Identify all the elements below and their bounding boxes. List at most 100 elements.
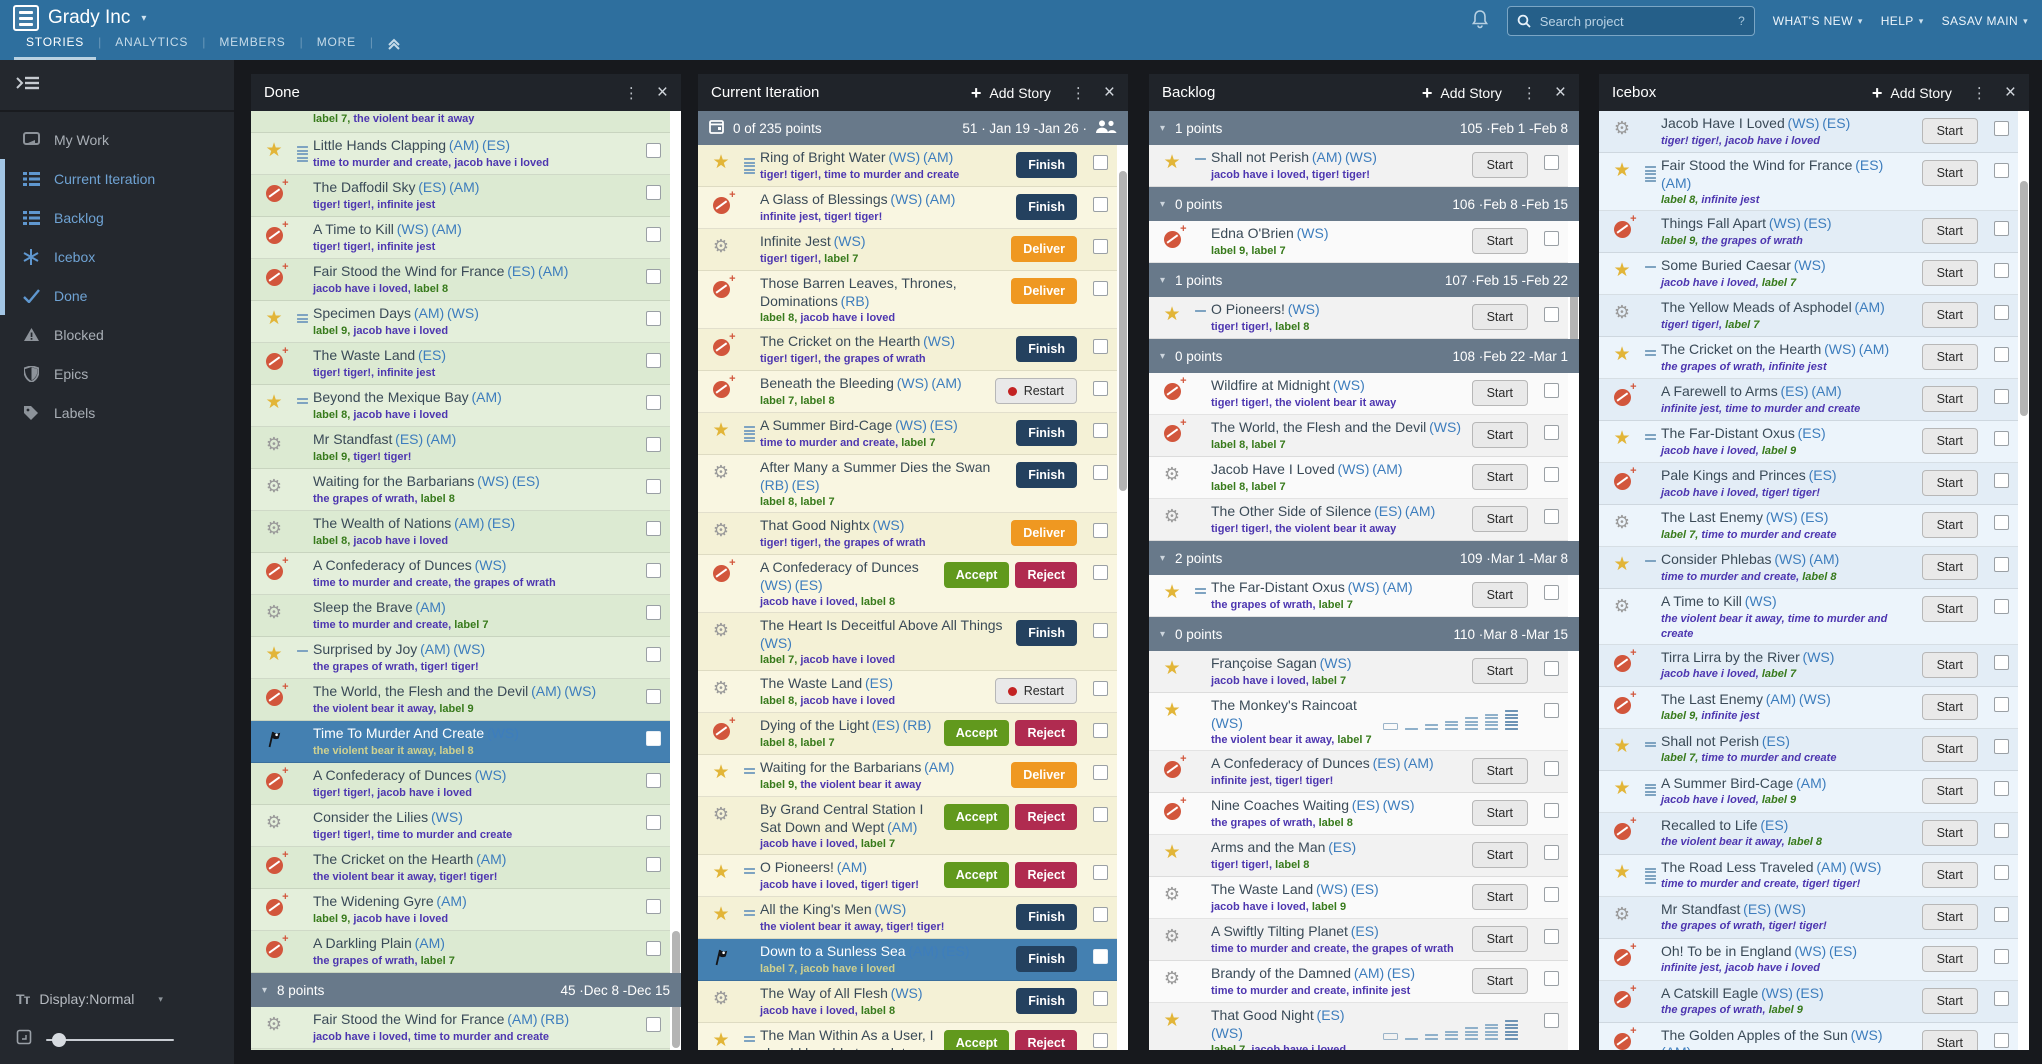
story-checkbox[interactable]: [1994, 907, 2009, 922]
story-checkbox[interactable]: [646, 479, 661, 494]
story-row[interactable]: Fair Stood the Wind for France (ES) (AM)…: [251, 259, 670, 301]
story-row[interactable]: ★That Good Night (ES) (WS)label 7, jacob…: [1149, 1003, 1568, 1050]
story-label[interactable]: label 8: [800, 395, 834, 407]
story-label[interactable]: label 8: [1275, 859, 1309, 871]
start-button[interactable]: Start: [1922, 344, 1978, 370]
story-label[interactable]: the grapes of wrath,: [1211, 817, 1319, 829]
story-checkbox[interactable]: [1994, 599, 2009, 614]
start-button[interactable]: Start: [1472, 968, 1528, 994]
story-row[interactable]: The Daffodil Sky (ES) (AM)tiger! tiger!,…: [251, 175, 670, 217]
story-label[interactable]: jacob have i loved: [800, 963, 895, 975]
story-label[interactable]: tiger! tiger!,: [760, 537, 824, 549]
start-button[interactable]: Start: [1922, 386, 1978, 412]
story-label[interactable]: label 8,: [313, 535, 353, 547]
story-checkbox[interactable]: [1093, 681, 1108, 696]
story-row[interactable]: Things Fall Apart (WS) (ES)label 9, the …: [1599, 211, 2018, 253]
story-label[interactable]: the violent bear it away,: [1211, 734, 1337, 746]
estimate-option-5[interactable]: [1485, 714, 1498, 730]
sidebar-item-labels[interactable]: Labels: [0, 393, 234, 432]
story-label[interactable]: label 8,: [1211, 439, 1251, 451]
estimate-option-5[interactable]: [1485, 1024, 1498, 1040]
story-checkbox[interactable]: [1544, 585, 1559, 600]
story-label[interactable]: tiger! tiger!: [1769, 920, 1827, 932]
story-checkbox[interactable]: [1994, 473, 2009, 488]
story-label[interactable]: infinite jest,: [1661, 962, 1725, 974]
chevron-down-icon[interactable]: ▾: [1160, 351, 1165, 362]
start-button[interactable]: Start: [1922, 302, 1978, 328]
story-checkbox[interactable]: [1544, 467, 1559, 482]
story-label[interactable]: label 8,: [760, 312, 800, 324]
story-checkbox[interactable]: [646, 143, 661, 158]
story-checkbox[interactable]: [646, 647, 661, 662]
panel-menu-kebab-icon[interactable]: ⋮: [624, 84, 639, 102]
story-label[interactable]: label 7,: [760, 654, 800, 666]
story-label[interactable]: the violent bear it away: [1275, 397, 1396, 409]
story-label[interactable]: tiger! tiger!,: [313, 787, 377, 799]
start-button[interactable]: Start: [1472, 800, 1528, 826]
finish-button[interactable]: Finish: [1016, 152, 1077, 178]
reject-button[interactable]: Reject: [1015, 804, 1077, 830]
story-label[interactable]: tiger! tiger!: [421, 661, 479, 673]
story-label[interactable]: tiger! tiger!,: [1661, 135, 1725, 147]
story-checkbox[interactable]: [1994, 557, 2009, 572]
story-label[interactable]: the violent bear it away: [800, 779, 921, 791]
story-checkbox[interactable]: [1994, 263, 2009, 278]
finish-button[interactable]: Finish: [1016, 194, 1077, 220]
story-checkbox[interactable]: [1093, 623, 1108, 638]
story-label[interactable]: jacob have i loved: [353, 535, 448, 547]
story-label[interactable]: tiger! tiger!,: [760, 253, 824, 265]
story-label[interactable]: the violent bear it away,: [313, 871, 439, 883]
story-label[interactable]: label 8: [414, 283, 448, 295]
story-label[interactable]: the violent bear it away,: [1661, 613, 1788, 625]
story-row[interactable]: ★Ring of Bright Water (WS) (AM)tiger! ti…: [698, 145, 1117, 187]
finish-button[interactable]: Finish: [1016, 462, 1077, 488]
story-label[interactable]: tiger! tiger!: [1762, 487, 1820, 499]
story-row[interactable]: ⚙The Waste Land (ES)label 8, jacob have …: [698, 671, 1117, 713]
whats-new-menu[interactable]: WHAT'S NEW▾: [1773, 14, 1863, 28]
story-row[interactable]: A Time to Kill (WS) (AM)tiger! tiger!, i…: [251, 217, 670, 259]
story-label[interactable]: jacob have i loved: [800, 654, 895, 666]
story-checkbox[interactable]: [1093, 991, 1108, 1006]
estimate-option-0[interactable]: [1383, 1033, 1398, 1040]
story-checkbox[interactable]: [1544, 703, 1559, 718]
story-label[interactable]: tiger! tiger!,: [760, 353, 824, 365]
story-checkbox[interactable]: [1994, 949, 2009, 964]
story-row[interactable]: The World, the Flesh and the Devil (WS)l…: [1149, 415, 1568, 457]
story-row[interactable]: ★A Summer Bird-Cage (AM)jacob have i lov…: [1599, 771, 2018, 813]
panel-menu-kebab-icon[interactable]: ⋮: [1071, 84, 1086, 102]
story-label[interactable]: jacob have i loved: [353, 325, 448, 337]
story-label[interactable]: label 7: [861, 838, 895, 850]
story-row[interactable]: ★The Monkey's Raincoat (WS)the violent b…: [1149, 693, 1568, 751]
story-label[interactable]: tiger! tiger!: [886, 921, 944, 933]
story-row[interactable]: ★Arms and the Man (ES)tiger! tiger!, lab…: [1149, 835, 1568, 877]
iteration-group-header[interactable]: ▾0 points108 ·Feb 22 -Mar 1: [1149, 339, 1579, 373]
story-row[interactable]: ★Surprised by Joy (AM) (WS)the grapes of…: [251, 637, 670, 679]
story-row[interactable]: The Waste Land (ES)tiger! tiger!, infini…: [251, 343, 670, 385]
story-label[interactable]: jacob have i loved: [353, 913, 448, 925]
story-label[interactable]: label 8: [439, 745, 473, 757]
story-label[interactable]: label 7: [1251, 439, 1285, 451]
story-row[interactable]: ⚙Brandy of the Damned (AM) (ES)time to m…: [1149, 961, 1568, 1003]
story-label[interactable]: the grapes of wrath: [1352, 943, 1453, 955]
user-account-menu[interactable]: SASAV MAIN▾: [1942, 14, 2028, 28]
story-label[interactable]: infinite jest: [377, 241, 435, 253]
story-checkbox[interactable]: [1544, 509, 1559, 524]
story-label[interactable]: label 8: [1802, 571, 1836, 583]
scrollbar-thumb[interactable]: [2020, 181, 2028, 416]
story-checkbox[interactable]: [1994, 121, 2009, 136]
story-label[interactable]: label 9,: [1661, 710, 1701, 722]
deliver-button[interactable]: Deliver: [1011, 762, 1077, 788]
story-row[interactable]: ★Shall not Perish (AM) (WS)jacob have i …: [1149, 145, 1568, 187]
story-label[interactable]: jacob have i loved: [800, 312, 895, 324]
reject-button[interactable]: Reject: [1015, 1030, 1077, 1050]
story-checkbox[interactable]: [1994, 823, 2009, 838]
start-button[interactable]: Start: [1922, 218, 1978, 244]
story-label[interactable]: tiger! tiger!,: [760, 169, 824, 181]
story-label[interactable]: time to murder and create,: [313, 577, 454, 589]
story-row[interactable]: A Catskill Eagle (WS) (ES)the grapes of …: [1599, 981, 2018, 1023]
story-row[interactable]: A Farewell to Arms (ES) (AM)infinite jes…: [1599, 379, 2018, 421]
story-checkbox[interactable]: [646, 311, 661, 326]
story-row[interactable]: ⚙A Time to Kill (WS)the violent bear it …: [1599, 589, 2018, 645]
story-label[interactable]: jacob have i loved: [800, 695, 895, 707]
estimate-picker[interactable]: [1383, 710, 1528, 730]
